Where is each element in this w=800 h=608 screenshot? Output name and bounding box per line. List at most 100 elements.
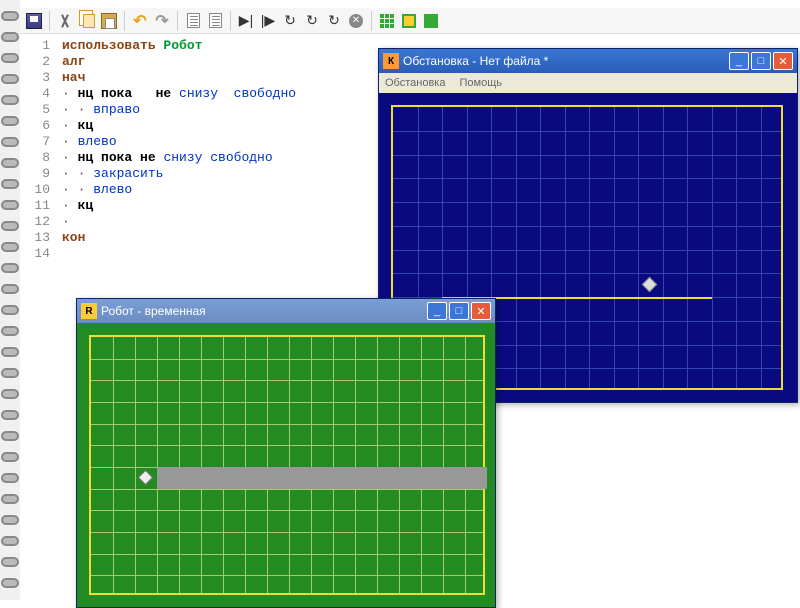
line-number: 4 (20, 86, 56, 102)
loop1-button[interactable]: ↻ (280, 11, 300, 31)
play-icon: ▶| (239, 12, 253, 29)
line-content: кон (56, 230, 85, 246)
save-button[interactable] (24, 11, 44, 31)
fill-button[interactable] (421, 11, 441, 31)
line-content: алг (56, 54, 85, 70)
main-toolbar: ↶ ↷ ▶| |▶ ↻ ↻ ↻ ✕ (20, 8, 800, 34)
spiral-binding (0, 0, 20, 600)
loop3-button[interactable]: ↻ (324, 11, 344, 31)
line-content: · · влево (56, 182, 132, 198)
line-number: 9 (20, 166, 56, 182)
app-icon: R (81, 303, 97, 319)
robot-canvas[interactable] (77, 323, 495, 607)
copy-button[interactable] (77, 11, 97, 31)
line-content: · кц (56, 198, 93, 214)
line-number: 14 (20, 246, 56, 262)
pane-button[interactable] (399, 11, 419, 31)
painted-cell (333, 467, 355, 489)
line-content: · влево (56, 134, 117, 150)
painted-cell (465, 467, 487, 489)
grid-button[interactable] (377, 11, 397, 31)
cut-button[interactable] (55, 11, 75, 31)
painted-cell (421, 467, 443, 489)
separator (230, 11, 231, 31)
window-titlebar[interactable]: К Обстановка - Нет файла * _ □ ✕ (379, 49, 797, 73)
painted-cell (223, 467, 245, 489)
line-number: 1 (20, 38, 56, 54)
step-icon: |▶ (261, 12, 275, 29)
loop-icon: ↻ (306, 12, 318, 29)
line-content: · нц пока не снизу свободно (56, 150, 273, 166)
paste-button[interactable] (99, 11, 119, 31)
painted-cell (201, 467, 223, 489)
minimize-button[interactable]: _ (729, 52, 749, 70)
robot-window: R Робот - временная _ □ ✕ (76, 298, 496, 608)
line-content: нач (56, 70, 85, 86)
line-content (56, 246, 62, 262)
paste-icon (101, 13, 117, 29)
redo-button[interactable]: ↷ (152, 11, 172, 31)
window-menu: Обстановка Помощь (379, 73, 797, 93)
doc1-button[interactable] (183, 11, 203, 31)
window-titlebar[interactable]: R Робот - временная _ □ ✕ (77, 299, 495, 323)
loop2-button[interactable]: ↻ (302, 11, 322, 31)
painted-cell (443, 467, 465, 489)
separator (371, 11, 372, 31)
line-content: использовать Робот (56, 38, 202, 54)
window-title: Робот - временная (101, 304, 427, 318)
line-number: 7 (20, 134, 56, 150)
step-button[interactable]: |▶ (258, 11, 278, 31)
copy-icon (83, 14, 95, 28)
line-content: · кц (56, 118, 93, 134)
painted-cell (289, 467, 311, 489)
close-button[interactable]: ✕ (773, 52, 793, 70)
painted-cell (355, 467, 377, 489)
app-icon: К (383, 53, 399, 69)
undo-button[interactable]: ↶ (130, 11, 150, 31)
close-button[interactable]: ✕ (471, 302, 491, 320)
separator (49, 11, 50, 31)
line-number: 6 (20, 118, 56, 134)
document-icon (209, 13, 222, 28)
line-number: 3 (20, 70, 56, 86)
doc2-button[interactable] (205, 11, 225, 31)
separator (177, 11, 178, 31)
painted-cell (245, 467, 267, 489)
minimize-button[interactable]: _ (427, 302, 447, 320)
document-icon (187, 13, 200, 28)
line-content: · нц пока не снизу свободно (56, 86, 296, 102)
redo-icon: ↷ (155, 11, 168, 31)
stop-icon: ✕ (349, 14, 363, 28)
robot-marker (138, 470, 154, 486)
separator (124, 11, 125, 31)
painted-cell (377, 467, 399, 489)
fill-icon (424, 14, 438, 28)
painted-cell (179, 467, 201, 489)
menu-item-environment[interactable]: Обстановка (385, 77, 445, 89)
painted-cell (157, 467, 179, 489)
painted-cell (311, 467, 333, 489)
line-number: 13 (20, 230, 56, 246)
loop-icon: ↻ (284, 12, 296, 29)
line-number: 2 (20, 54, 56, 70)
maximize-button[interactable]: □ (449, 302, 469, 320)
stop-button[interactable]: ✕ (346, 11, 366, 31)
cut-icon (57, 13, 73, 29)
painted-cell (267, 467, 289, 489)
save-icon (26, 13, 42, 29)
robot-marker (642, 277, 658, 293)
window-title: Обстановка - Нет файла * (403, 54, 729, 68)
maximize-button[interactable]: □ (751, 52, 771, 70)
line-content: · (56, 214, 70, 230)
menu-item-help[interactable]: Помощь (459, 77, 502, 89)
line-number: 8 (20, 150, 56, 166)
line-number: 12 (20, 214, 56, 230)
line-content: · · закрасить (56, 166, 163, 182)
painted-cell (399, 467, 421, 489)
grid-icon (380, 14, 394, 28)
run-button[interactable]: ▶| (236, 11, 256, 31)
line-number: 5 (20, 102, 56, 118)
loop-icon: ↻ (328, 12, 340, 29)
line-number: 11 (20, 198, 56, 214)
line-content: · · вправо (56, 102, 140, 118)
